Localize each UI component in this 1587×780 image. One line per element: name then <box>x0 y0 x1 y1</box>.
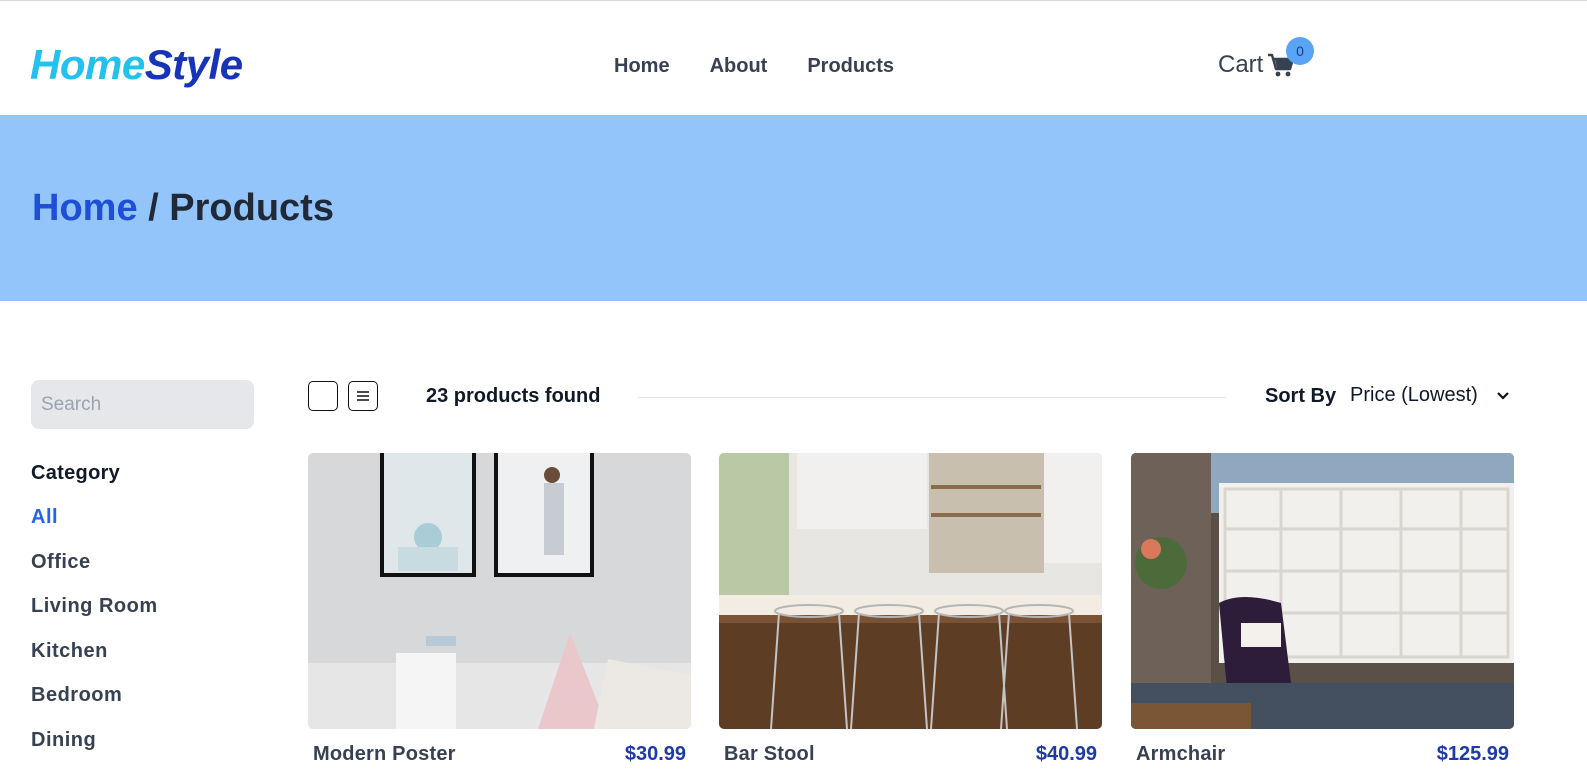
category-item-kitchen[interactable]: Kitchen <box>31 640 158 685</box>
category-item-office[interactable]: Office <box>31 551 158 596</box>
cart-label: Cart <box>1218 51 1264 78</box>
nav-link-about[interactable]: About <box>710 55 768 78</box>
cart-count-badge: 0 <box>1286 37 1314 65</box>
product-card: Modern Poster $30.99 <box>308 453 691 766</box>
product-price: $30.99 <box>624 743 686 765</box>
nav-links: Home About Products <box>614 55 894 78</box>
brand-logo[interactable]: HomeStyle <box>30 41 243 89</box>
cart-button[interactable]: Cart 0 <box>1218 37 1314 79</box>
category-item-dining[interactable]: Dining <box>31 729 158 774</box>
search-input[interactable] <box>31 380 254 429</box>
product-image-armchair[interactable] <box>1131 453 1514 729</box>
breadcrumb-current: Products <box>169 187 334 229</box>
breadcrumb-home-link[interactable]: Home <box>32 187 138 229</box>
sort-label: Sort By <box>1265 385 1337 407</box>
nav-link-products[interactable]: Products <box>807 55 894 78</box>
category-item-bedroom[interactable]: Bedroom <box>31 684 158 729</box>
grid-view-button[interactable] <box>308 381 338 411</box>
category-title: Category <box>31 462 121 484</box>
product-price: $125.99 <box>1436 743 1509 765</box>
list-view-button[interactable] <box>348 381 378 411</box>
chevron-down-icon <box>1497 391 1509 400</box>
sort-select[interactable]: Price (Lowest) <box>1350 384 1510 407</box>
product-name: Bar Stool <box>724 743 815 765</box>
page-hero: Home / Products <box>0 115 1587 301</box>
category-item-all[interactable]: All <box>31 506 158 551</box>
product-name: Armchair <box>1136 743 1226 765</box>
toolbar-divider <box>638 397 1226 398</box>
category-list: All Office Living Room Kitchen Bedroom D… <box>31 506 158 773</box>
products-found-count: 23 products found <box>426 385 601 407</box>
product-image-bar-stool[interactable] <box>719 453 1102 729</box>
navbar: HomeStyle Home About Products Cart 0 <box>0 0 1587 115</box>
nav-link-home[interactable]: Home <box>614 55 670 78</box>
brand-logo-part1: Home <box>30 41 145 88</box>
product-image-modern-poster[interactable] <box>308 453 691 729</box>
list-view-icon <box>357 391 369 401</box>
product-card: Armchair $125.99 <box>1131 453 1514 766</box>
breadcrumb: Home / Products <box>32 187 334 230</box>
brand-logo-part2: Style <box>144 41 243 88</box>
product-name: Modern Poster <box>313 743 456 765</box>
product-price: $40.99 <box>1035 743 1097 765</box>
category-item-living-room[interactable]: Living Room <box>31 595 158 640</box>
sort-select-value: Price (Lowest) <box>1350 384 1478 406</box>
product-card: Bar Stool $40.99 <box>719 453 1102 766</box>
breadcrumb-separator: / <box>137 187 170 229</box>
